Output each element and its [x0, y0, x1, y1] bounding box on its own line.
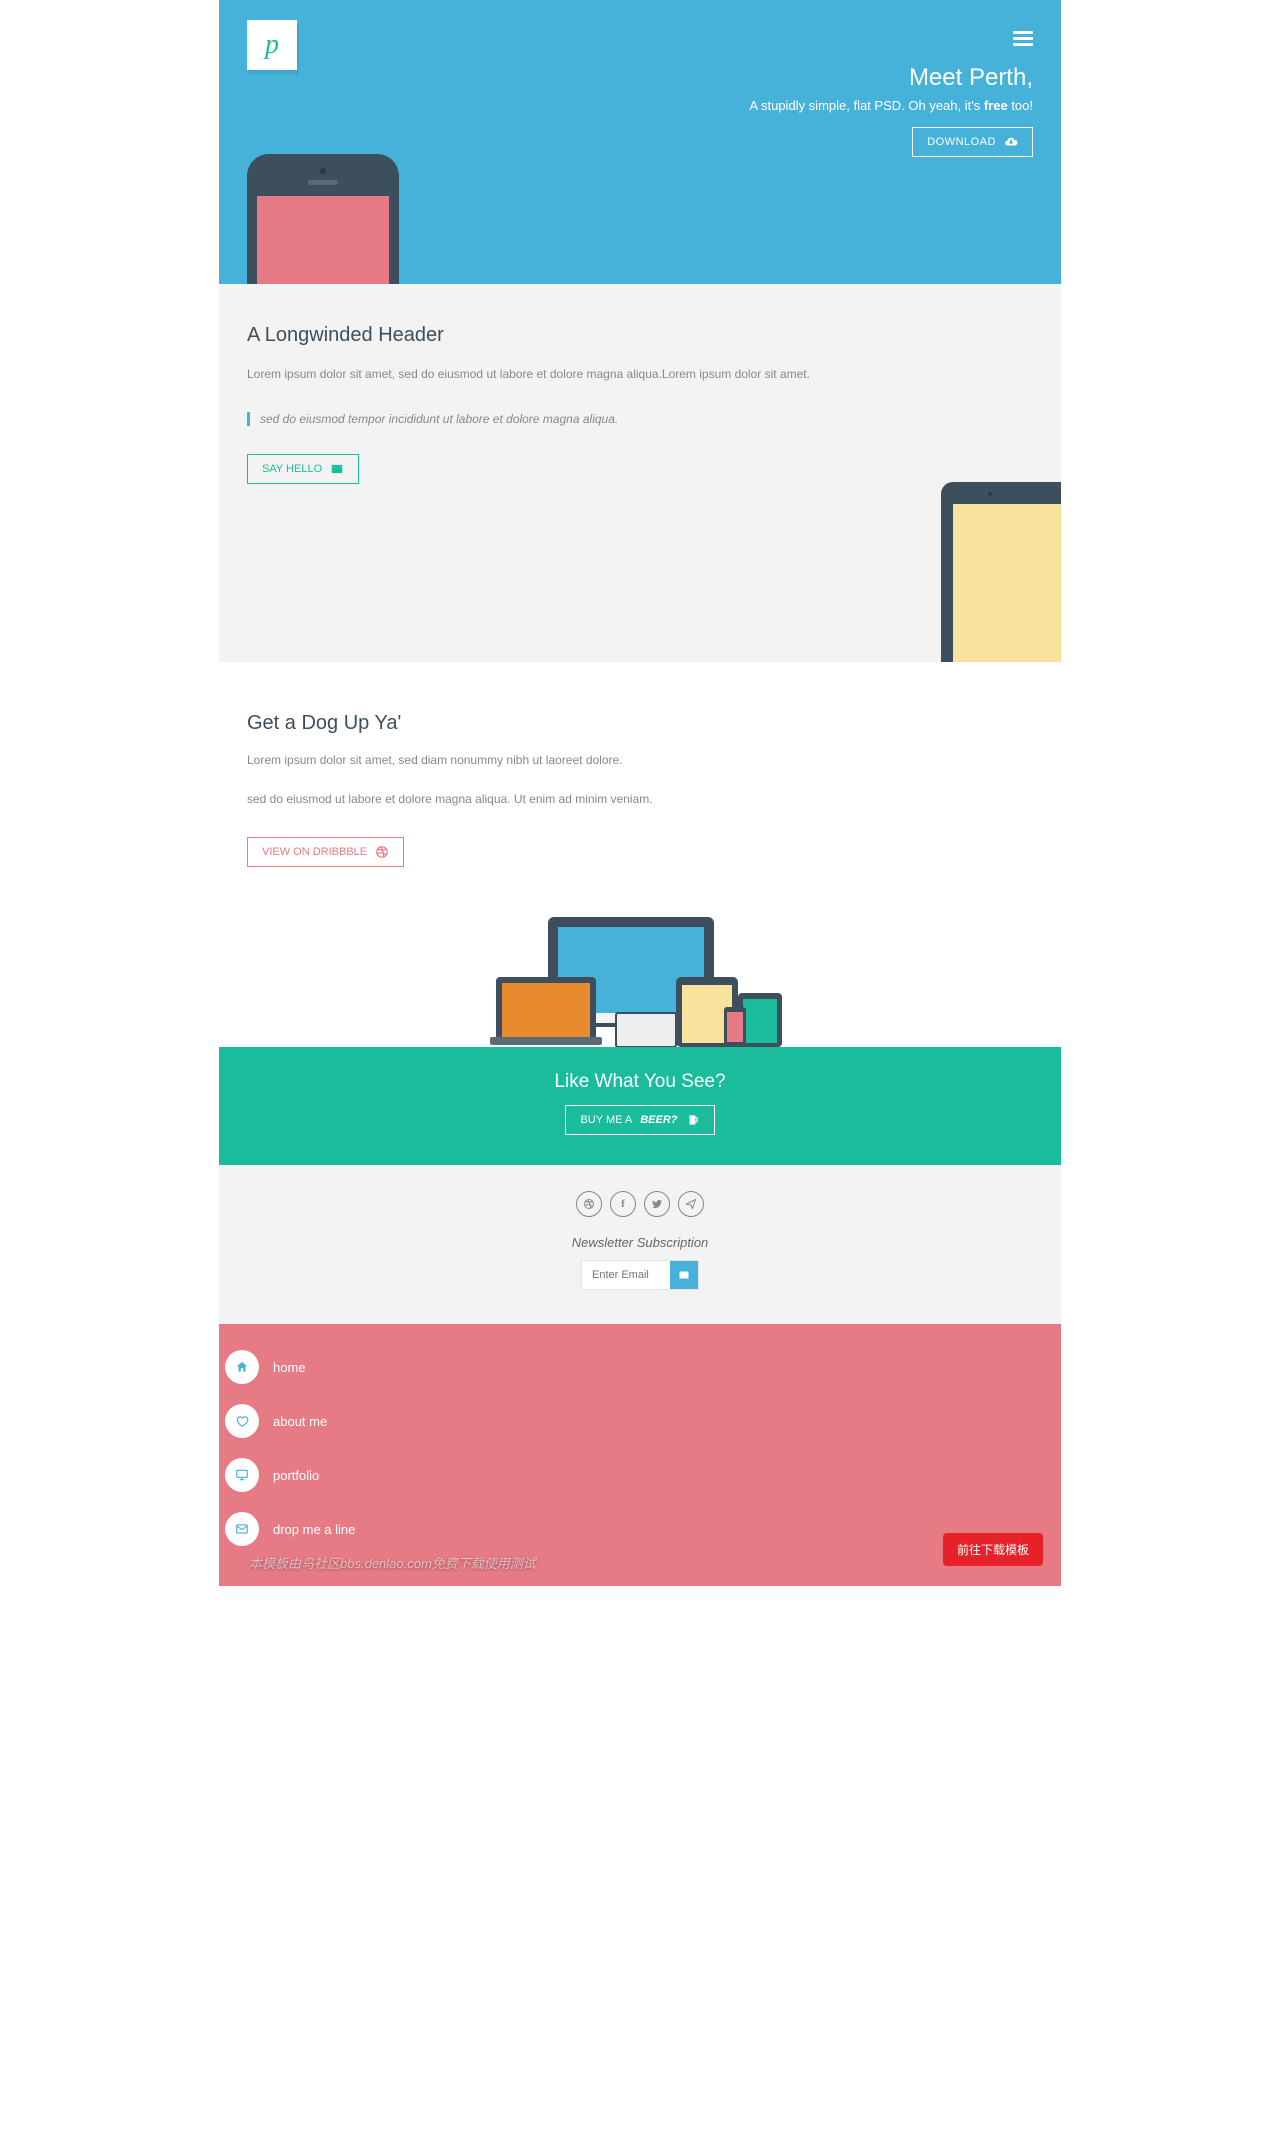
dribbble-icon: [375, 845, 389, 859]
envelope-icon: [225, 1512, 259, 1546]
newsletter-box: [581, 1260, 699, 1290]
cta-title: Like What You See?: [219, 1071, 1061, 1093]
social-row: f: [219, 1191, 1061, 1217]
cta-section: Like What You See? BUY ME A BEER?: [219, 1047, 1061, 1165]
nav-item-home[interactable]: home: [219, 1340, 1061, 1394]
section-dog: Get a Dog Up Ya' Lorem ipsum dolor sit a…: [219, 662, 1061, 1047]
phone-screen: [257, 196, 389, 284]
facebook-social-icon[interactable]: f: [610, 1191, 636, 1217]
section2-title: Get a Dog Up Ya': [247, 712, 1033, 735]
tablet-illustration: [941, 482, 1061, 662]
section1-title: A Longwinded Header: [247, 324, 1033, 347]
logo-letter: p: [265, 29, 279, 61]
footer-nav: home about me portfolio drop me a line 本…: [219, 1324, 1061, 1586]
nav-item-label: home: [273, 1360, 306, 1375]
cloud-download-icon: [1004, 135, 1018, 149]
desktop-icon: [225, 1458, 259, 1492]
hero-title: Meet Perth,: [749, 64, 1033, 92]
twitter-social-icon[interactable]: [644, 1191, 670, 1217]
section2-body1: Lorem ipsum dolor sit amet, sed diam non…: [247, 751, 1033, 770]
newsletter-label: Newsletter Subscription: [219, 1235, 1061, 1250]
heart-icon: [225, 1404, 259, 1438]
section1-quote: sed do eiusmod tempor incididunt ut labo…: [247, 412, 1033, 426]
home-icon: [225, 1350, 259, 1384]
buy-beer-button[interactable]: BUY ME A BEER?: [565, 1105, 714, 1135]
newsletter-submit-button[interactable]: [670, 1261, 698, 1289]
hero-section: p Meet Perth, A stupidly simple, flat PS…: [219, 0, 1061, 284]
envelope-icon: [678, 1269, 690, 1281]
logo[interactable]: p: [247, 20, 297, 70]
download-button[interactable]: DOWNLOAD: [912, 127, 1033, 157]
hero-copy: Meet Perth, A stupidly simple, flat PSD.…: [749, 64, 1033, 157]
download-template-button[interactable]: 前往下载模板: [943, 1533, 1043, 1566]
nav-item-portfolio[interactable]: portfolio: [219, 1448, 1061, 1502]
nav-item-about[interactable]: about me: [219, 1394, 1061, 1448]
section-longwinded: A Longwinded Header Lorem ipsum dolor si…: [219, 284, 1061, 662]
dribbble-social-icon[interactable]: [576, 1191, 602, 1217]
envelope-icon: [330, 462, 344, 476]
nav-item-label: portfolio: [273, 1468, 319, 1483]
tablet-screen: [953, 504, 1061, 662]
hero-subtitle: A stupidly simple, flat PSD. Oh yeah, it…: [749, 98, 1033, 113]
newsletter-email-input[interactable]: [582, 1261, 670, 1289]
phone-illustration: [247, 154, 399, 284]
watermark-text: 本模板由鸟社区bbs.denlao.com免费下载使用测试: [249, 1553, 536, 1572]
footer-subscribe: f Newsletter Subscription: [219, 1165, 1061, 1324]
view-dribbble-button[interactable]: VIEW ON DRIBBBLE: [247, 837, 404, 867]
devices-illustration: [247, 907, 1033, 1047]
section1-body: Lorem ipsum dolor sit amet, sed do eiusm…: [247, 365, 1033, 384]
nav-item-contact[interactable]: drop me a line: [219, 1502, 1061, 1556]
say-hello-button[interactable]: SAY HELLO: [247, 454, 359, 484]
nav-item-label: about me: [273, 1414, 327, 1429]
section2-body2: sed do eiusmod ut labore et dolore magna…: [247, 790, 1033, 809]
beer-icon: [686, 1113, 700, 1127]
send-social-icon[interactable]: [678, 1191, 704, 1217]
nav-item-label: drop me a line: [273, 1522, 355, 1537]
menu-icon[interactable]: [1013, 28, 1033, 49]
